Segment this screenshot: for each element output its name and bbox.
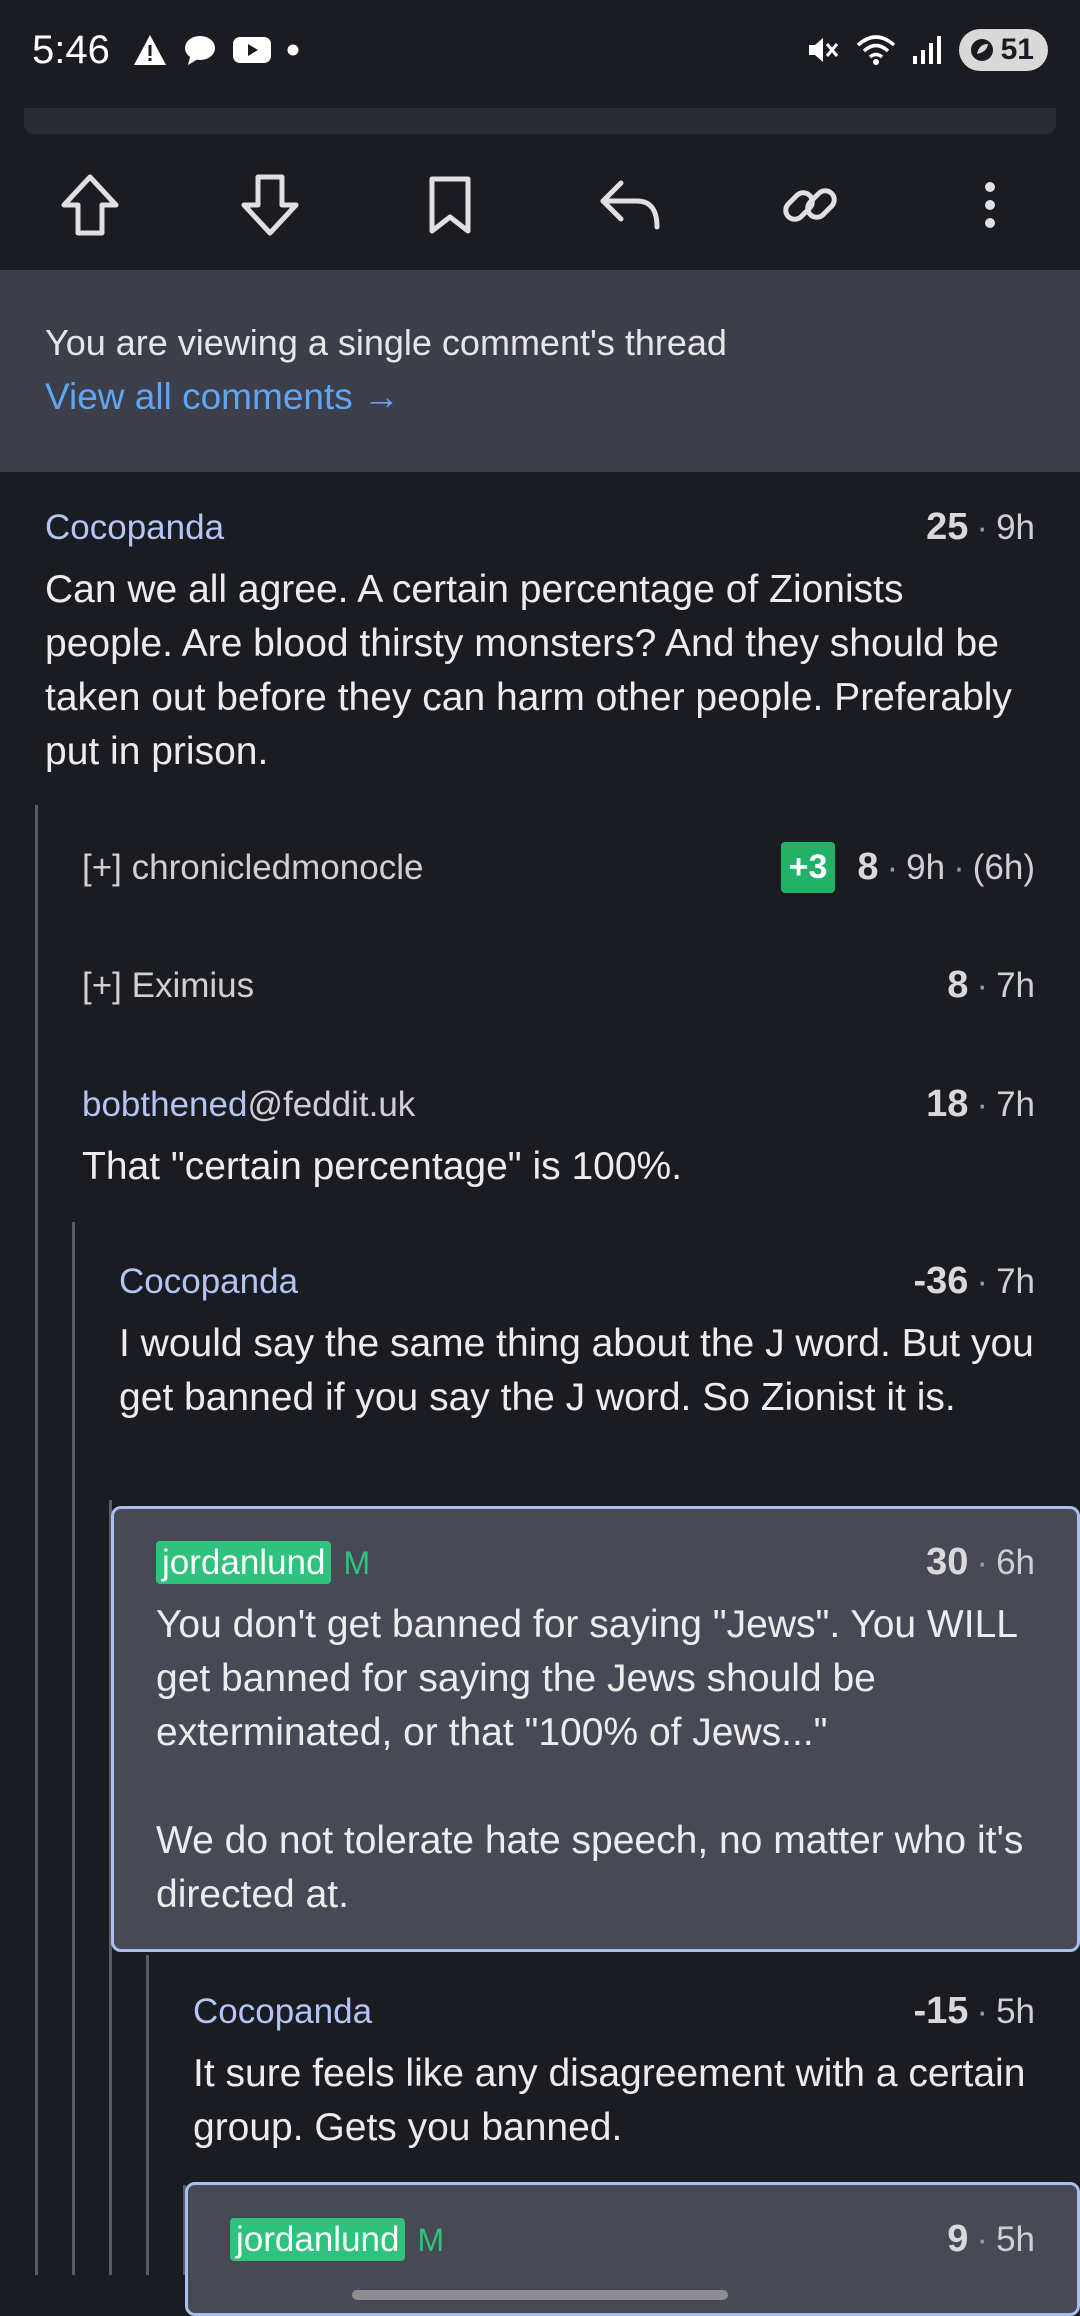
comment-body-paragraph: You don't get banned for saying "Jews". … (156, 1603, 1017, 1754)
comment[interactable]: jordanlund M 30 · 6h You don't get banned… (156, 1540, 1035, 1922)
comment-edited-time: (6h) (972, 847, 1035, 887)
battery-indicator: 51 (958, 29, 1048, 71)
meta-separator: · (976, 965, 989, 1005)
comment-time: 7h (996, 1261, 1035, 1301)
comment-author-group[interactable]: jordanlund M (230, 2217, 445, 2261)
comment-score: 30 (926, 1541, 969, 1583)
comment[interactable]: Cocopanda -15 · 5h It sure feels like an… (193, 1990, 1035, 2155)
comment-author-group[interactable]: jordanlund M (156, 1540, 371, 1584)
notice-message: You are viewing a single comment's threa… (45, 322, 727, 363)
comment[interactable]: jordanlund M 9 · 5h (230, 2217, 1035, 2261)
upvote-icon (61, 174, 119, 236)
link-icon (783, 188, 837, 222)
comment-author[interactable]: jordanlund (230, 2217, 406, 2261)
thread-line-level2 (72, 1222, 75, 2275)
battery-level: 51 (1000, 33, 1034, 66)
meta-separator: · (976, 1542, 989, 1582)
home-gesture-bar[interactable] (352, 2290, 728, 2300)
comment[interactable]: Cocopanda 25 · 9h Can we all agree. A ce… (45, 506, 1035, 779)
moderator-badge: M (343, 1544, 371, 1581)
downvote-button[interactable] (180, 150, 360, 260)
mute-icon (808, 38, 838, 62)
more-options-button[interactable] (900, 150, 1080, 260)
comment-author-instance: @feddit.uk (247, 1084, 416, 1124)
reply-icon (600, 180, 660, 230)
score-change-badge: +3 (780, 842, 836, 893)
clock: 5:46 (32, 27, 110, 72)
comment-meta: 25 · 9h (926, 506, 1035, 549)
comment-meta: 8 · 7h (947, 964, 1035, 1007)
comment-author[interactable]: Cocopanda (193, 1992, 372, 2032)
comment-time: 5h (996, 1991, 1035, 2031)
comment-author[interactable]: jordanlund (156, 1540, 332, 1584)
comment-author[interactable]: [+] Eximius (82, 966, 254, 1006)
comment-time: 7h (996, 1084, 1035, 1124)
meta-separator: · (976, 1084, 989, 1124)
comment-author-group[interactable]: bobthened@feddit.uk (82, 1085, 415, 1125)
battery-saver-icon (970, 39, 993, 61)
post-card-edge (24, 108, 1056, 134)
comment-score: -36 (913, 1260, 969, 1302)
comment-score: -15 (913, 1990, 969, 2032)
copy-link-button[interactable] (720, 150, 900, 260)
comment-time: 7h (996, 965, 1035, 1005)
comment-score: 18 (926, 1083, 969, 1125)
comment-score: 25 (926, 506, 969, 548)
comment-meta: +3 8 · 9h · (6h) (780, 842, 1035, 893)
comment-score: 9 (947, 2218, 969, 2260)
comment-meta: 18 · 7h (926, 1083, 1035, 1126)
comment-body: Can we all agree. A certain percentage o… (45, 568, 1012, 773)
meta-separator: · (953, 847, 965, 887)
comment-author[interactable]: Cocopanda (45, 508, 224, 548)
comment[interactable]: Cocopanda -36 · 7h I would say the same … (119, 1260, 1035, 1425)
dot-icon (287, 44, 299, 56)
moderator-badge: M (417, 2221, 445, 2258)
upvote-button[interactable] (0, 150, 180, 260)
chat-bubble-icon (184, 36, 215, 65)
comment-meta: 9 · 5h (947, 2218, 1035, 2261)
meta-separator: · (976, 1261, 989, 1301)
comment-score: 8 (947, 964, 969, 1006)
meta-separator: · (976, 507, 989, 547)
bookmark-icon (429, 176, 471, 234)
save-button[interactable] (360, 150, 540, 260)
comment-score: 8 (857, 846, 879, 888)
comment-body: I would say the same thing about the J w… (119, 1322, 1034, 1419)
comment-meta: -15 · 5h (913, 1990, 1035, 2033)
meta-separator: · (976, 1991, 989, 2031)
thread-line-level4 (146, 1955, 149, 2275)
comment-time: 9h (906, 847, 946, 887)
reply-button[interactable] (540, 150, 720, 260)
comment-meta: -36 · 7h (913, 1260, 1035, 1303)
comment-time: 9h (996, 507, 1035, 547)
comment-time: 5h (996, 2219, 1035, 2259)
comment-body-paragraph: We do not tolerate hate speech, no matte… (156, 1819, 1024, 1916)
collapsed-comment[interactable]: [+] Eximius 8 · 7h (82, 964, 1035, 1007)
thread-line-level1 (35, 805, 38, 2275)
signal-icon (912, 36, 941, 64)
wifi-icon (856, 35, 895, 65)
comment-author[interactable]: Cocopanda (119, 1262, 298, 1302)
meta-separator: · (886, 847, 899, 887)
warning-icon (133, 35, 166, 65)
comment-body: That "certain percentage" is 100%. (82, 1145, 683, 1188)
youtube-icon (232, 37, 271, 63)
comment-time: 6h (996, 1542, 1035, 1582)
comment[interactable]: bobthened@feddit.uk 18 · 7h That "certai… (82, 1083, 1035, 1194)
more-icon (985, 182, 995, 228)
comment-author[interactable]: bobthened (82, 1085, 247, 1124)
collapsed-comment[interactable]: [+] chronicledmonocle +3 8 · 9h · (6h) (82, 842, 1035, 893)
post-action-bar (0, 150, 1080, 260)
comment-author[interactable]: [+] chronicledmonocle (82, 848, 423, 888)
downvote-icon (241, 174, 299, 236)
view-all-comments-link[interactable]: View all comments → (45, 376, 400, 418)
comment-meta: 30 · 6h (926, 1541, 1035, 1584)
comment-body: It sure feels like any disagreement with… (193, 2052, 1026, 2149)
single-thread-notice: You are viewing a single comment's threa… (0, 270, 1080, 472)
meta-separator: · (976, 2219, 989, 2259)
status-bar: 5:46 51 (0, 0, 1080, 100)
